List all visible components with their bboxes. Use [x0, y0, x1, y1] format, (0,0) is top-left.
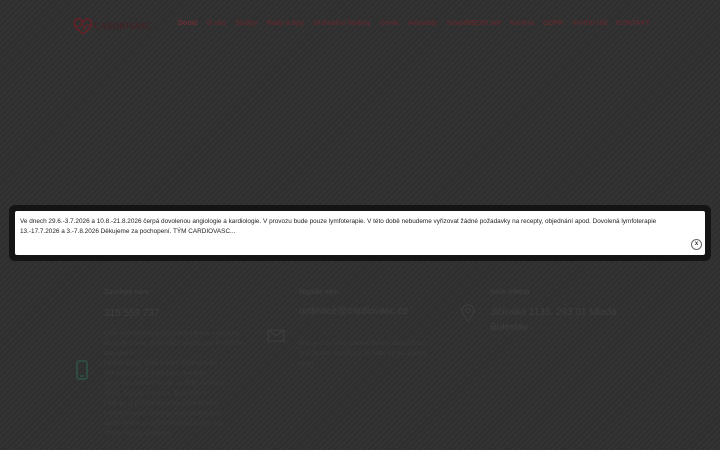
- phone-icon: [76, 360, 88, 385]
- email-address[interactable]: ordinace@cardiovasc.cz: [299, 306, 408, 317]
- address-line-1: Jičínská 1135, 293 01 Mladá: [490, 307, 617, 318]
- phone-desc-line: vyřizovat výtvorné studie na dobu ordina…: [104, 380, 226, 387]
- phone-desc-line: MUDr. Tomáš Ordinace.: [104, 430, 173, 437]
- announcement-popup-body: Ve dnech 29.6.-3.7.2026 a 10.8.-21.8.202…: [15, 211, 705, 255]
- phone-description: Číslo je možno vytočit pro konzultace s …: [104, 329, 254, 439]
- phone-desc-line: ordinační pouze z důvodu. Nebudou: [104, 370, 207, 377]
- phone-desc-line: oprávněnými provozní ordinací a ordinace: [104, 420, 224, 427]
- address-label: Naše adresa: [490, 289, 530, 296]
- cardiovasc-logo[interactable]: CARDIOVASC: [72, 14, 156, 36]
- phone-number[interactable]: 315 559 737: [104, 308, 160, 319]
- nav-item-kariera[interactable]: Kariéra: [510, 20, 534, 27]
- nav-item-sluzby[interactable]: Služby: [235, 20, 258, 27]
- envelope-icon: [267, 329, 285, 347]
- email-description: Mail je určen pro sdělení dotazů zdravot…: [299, 340, 427, 367]
- nav-item-ordinacni-hodiny[interactable]: Ordinační hodiny: [313, 20, 371, 27]
- announcement-line-2: 13.-17.7.2026 a 3.-7.8.2026 Děkujeme za …: [20, 228, 236, 235]
- phone-desc-line: platné odborné způsoby sportovních stolu: [104, 410, 223, 417]
- nav-item-domu[interactable]: Domů: [178, 20, 198, 27]
- email-label: Napište nám: [299, 289, 339, 296]
- close-button[interactable]: x: [691, 239, 702, 250]
- phone-desc-line: Číslo je možno vytočit pro konzultace s …: [104, 330, 245, 357]
- logo-text: CARDIOVASC: [94, 21, 151, 31]
- nav-item-smartmedix[interactable]: SmartMEDIX.net: [446, 20, 500, 27]
- phone-label: Zavolejte nám: [104, 289, 148, 296]
- announcement-text: Ve dnech 29.6.-3.7.2026 a 10.8.-21.8.202…: [20, 217, 700, 237]
- phone-desc-line: MUDr. Tomáš Ordinace. Text dobu v: [104, 390, 207, 397]
- nav-item-vnitrni-rad[interactable]: Vnitřní řád: [572, 20, 607, 27]
- address-line-2: Boleslav: [490, 322, 528, 333]
- map-pin-icon: [461, 304, 475, 327]
- header: CARDIOVASC Domů O nás Služby Rady a tipy…: [0, 0, 720, 50]
- address-value: Jičínská 1135, 293 01 Mladá Boleslav: [490, 305, 630, 335]
- phone-desc-line: Objednání po dobu čekání. Ordinačních: [104, 360, 217, 367]
- announcement-line-1: Ve dnech 29.6.-3.7.2026 a 10.8.-21.8.202…: [20, 218, 657, 225]
- main-nav: Domů O nás Služby Rady a tipy Ordinační …: [178, 20, 659, 27]
- nav-item-rady-a-tipy[interactable]: Rady a tipy: [267, 20, 304, 27]
- announcement-popup: Ve dnech 29.6.-3.7.2026 a 10.8.-21.8.202…: [9, 205, 711, 261]
- nav-item-o-nas[interactable]: O nás: [207, 20, 226, 27]
- phone-desc-line: ordinaci je poskytována na základě stylu: [104, 400, 219, 407]
- nav-item-gdpr[interactable]: GDPR: [543, 20, 563, 27]
- nav-item-kontakt[interactable]: KONTAKT: [616, 20, 650, 27]
- nav-item-aktuality[interactable]: Aktuality: [408, 20, 438, 27]
- nav-item-cenik[interactable]: Ceník: [380, 20, 399, 27]
